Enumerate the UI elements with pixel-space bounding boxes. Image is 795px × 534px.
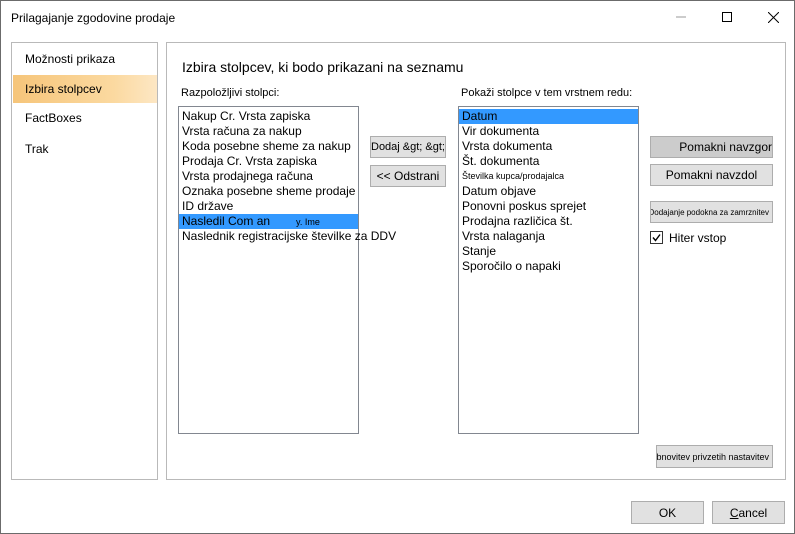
- quick-entry-label: Hiter vstop: [669, 231, 727, 245]
- nav-item-choose-columns[interactable]: Izbira stolpcev: [13, 75, 157, 103]
- list-item[interactable]: Datum objave: [459, 184, 638, 199]
- list-item[interactable]: Naslednik registracijske številke za DDV: [179, 229, 396, 244]
- list-item-label: Nasledil Com an: [182, 214, 271, 228]
- page-heading: Izbira stolpcev, ki bodo prikazani na se…: [182, 59, 464, 75]
- nav-item-display-options[interactable]: Možnosti prikaza: [13, 45, 157, 73]
- list-item[interactable]: Št. dokumenta: [459, 154, 638, 169]
- dialog-window: Prilagajanje zgodovine prodaje Možnosti …: [0, 0, 795, 534]
- list-item[interactable]: Vir dokumenta: [459, 124, 638, 139]
- nav-item-factboxes[interactable]: FactBoxes: [13, 104, 157, 132]
- list-item[interactable]: ID države: [179, 199, 358, 214]
- cancel-accelerator: C: [729, 505, 739, 520]
- list-item[interactable]: Številka kupca/prodajalca: [459, 169, 638, 184]
- cancel-button[interactable]: Cancel: [712, 501, 785, 524]
- list-item[interactable]: Vrsta prodajnega računa: [179, 169, 358, 184]
- ok-button[interactable]: OK: [631, 501, 704, 524]
- list-item-selected[interactable]: Nasledil Com an y. Ime: [179, 214, 358, 229]
- list-item[interactable]: Prodaja Cr. Vrsta zapiska: [179, 154, 358, 169]
- available-columns-label: Razpoložljivi stolpci:: [181, 87, 280, 99]
- cancel-label: ancel: [738, 505, 768, 520]
- quick-entry-checkbox[interactable]: [650, 231, 663, 244]
- list-item[interactable]: Koda posebne sheme za nakup: [179, 139, 358, 154]
- minimize-button[interactable]: [658, 1, 704, 33]
- list-item-label-suffix: y. Ime: [296, 217, 320, 227]
- list-item[interactable]: Nakup Cr. Vrsta zapiska: [179, 109, 358, 124]
- shown-columns-label: Pokaži stolpce v tem vrstnem redu:: [461, 87, 633, 99]
- shown-columns-list[interactable]: Datum Vir dokumenta Vrsta dokumenta Št. …: [458, 106, 639, 434]
- minimize-icon: [676, 16, 686, 18]
- list-item[interactable]: Oznaka posebne sheme prodaje: [179, 184, 358, 199]
- list-item-selected[interactable]: Datum: [459, 109, 638, 124]
- checkmark-icon: [652, 234, 661, 242]
- move-up-button[interactable]: Pomakni navzgor: [650, 136, 773, 158]
- remove-button[interactable]: << Odstrani: [370, 165, 446, 187]
- move-down-button[interactable]: Pomakni navzdol: [650, 164, 773, 186]
- list-item[interactable]: Vrsta računa za nakup: [179, 124, 358, 139]
- add-button[interactable]: Dodaj &gt; &gt;: [370, 136, 446, 158]
- list-item[interactable]: Stanje: [459, 244, 638, 259]
- nav-item-ribbon[interactable]: Trak: [13, 135, 157, 163]
- window-title: Prilagajanje zgodovine prodaje: [11, 11, 176, 25]
- add-freeze-pane-button[interactable]: Dodajanje podokna za zamrznitev: [650, 201, 773, 223]
- list-item[interactable]: Vrsta nalaganja: [459, 229, 638, 244]
- list-item[interactable]: Ponovni poskus sprejet: [459, 199, 638, 214]
- navigation-panel: Možnosti prikaza Izbira stolpcev FactBox…: [11, 42, 158, 480]
- available-columns-list[interactable]: Nakup Cr. Vrsta zapiska Vrsta računa za …: [178, 106, 396, 434]
- list-item[interactable]: Sporočilo o napaki: [459, 259, 638, 274]
- close-button[interactable]: [750, 1, 795, 33]
- maximize-button[interactable]: [704, 1, 750, 33]
- list-item[interactable]: Vrsta dokumenta: [459, 139, 638, 154]
- close-icon: [767, 11, 779, 23]
- list-item[interactable]: Prodajna različica št.: [459, 214, 638, 229]
- maximize-icon: [722, 12, 732, 22]
- restore-defaults-button[interactable]: Obnovitev privzetih nastavitev: [656, 445, 773, 468]
